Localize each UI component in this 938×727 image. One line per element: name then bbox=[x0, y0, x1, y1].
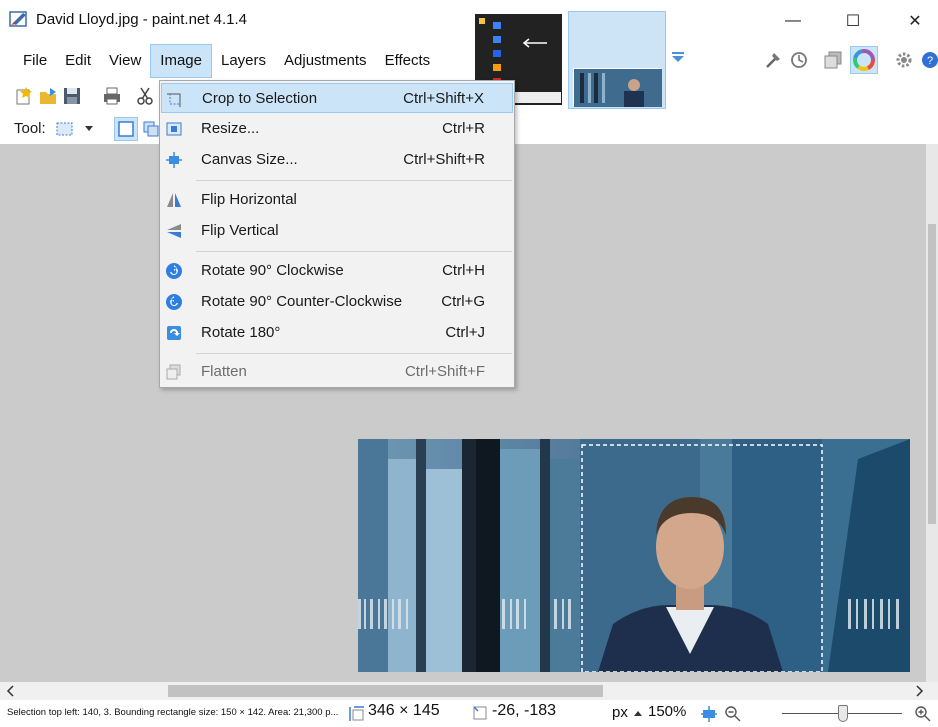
menu-flatten[interactable]: Flatten Ctrl+Shift+F bbox=[161, 357, 513, 387]
menu-item-label: Flip Horizontal bbox=[201, 191, 297, 208]
menu-canvas-size[interactable]: Canvas Size... Ctrl+Shift+R bbox=[161, 145, 513, 175]
vertical-scroll-thumb[interactable] bbox=[928, 224, 936, 524]
cut-icon[interactable] bbox=[136, 86, 156, 106]
menu-separator bbox=[196, 180, 512, 181]
zoom-fit-icon[interactable] bbox=[700, 705, 718, 723]
colors-button[interactable] bbox=[850, 46, 878, 74]
menu-item-shortcut: Ctrl+Shift+R bbox=[403, 151, 485, 168]
menu-item-label: Flatten bbox=[201, 363, 247, 380]
layers-icon[interactable] bbox=[823, 50, 843, 70]
rectangle-select-tool-icon[interactable] bbox=[55, 120, 75, 138]
close-icon: ✕ bbox=[908, 13, 922, 30]
menu-item-shortcut: Ctrl+R bbox=[442, 120, 485, 137]
close-button[interactable]: ✕ bbox=[892, 6, 938, 36]
menu-item-label: Rotate 90° Clockwise bbox=[201, 262, 344, 279]
zoom-level-text[interactable]: 150% bbox=[648, 703, 686, 720]
crop-icon bbox=[167, 93, 181, 107]
menu-item-label: Rotate 90° Counter-Clockwise bbox=[201, 293, 403, 310]
image-size-icon bbox=[349, 706, 364, 721]
tool-dropdown-icon[interactable] bbox=[84, 125, 94, 133]
open-file-icon[interactable] bbox=[38, 86, 58, 106]
cursor-position-text: -26, -183 bbox=[492, 702, 557, 719]
menu-separator bbox=[196, 353, 512, 354]
horizontal-scroll-thumb[interactable] bbox=[168, 685, 603, 697]
maximize-button[interactable]: ☐ bbox=[830, 6, 876, 36]
menu-rotate-180[interactable]: Rotate 180° Ctrl+J bbox=[161, 318, 513, 348]
menu-resize[interactable]: Resize... Ctrl+R bbox=[161, 114, 513, 144]
image-menu-dropdown: Crop to Selection Ctrl+Shift+X Resize...… bbox=[159, 80, 515, 388]
help-icon[interactable]: ? bbox=[920, 50, 938, 70]
menu-edit[interactable]: Edit bbox=[56, 44, 100, 78]
print-icon[interactable] bbox=[102, 86, 122, 106]
menu-item-label: Canvas Size... bbox=[201, 151, 298, 168]
menu-flip-horizontal[interactable]: Flip Horizontal bbox=[161, 185, 513, 215]
tab-dropdown-icon[interactable] bbox=[671, 50, 685, 64]
flatten-icon bbox=[166, 364, 181, 380]
save-icon[interactable] bbox=[62, 86, 82, 106]
vertical-scrollbar[interactable] bbox=[926, 144, 938, 682]
menu-layers[interactable]: Layers bbox=[212, 44, 275, 78]
menu-bar: File Edit View Image Layers Adjustments … bbox=[14, 44, 439, 78]
unit-dropdown-icon[interactable] bbox=[634, 710, 642, 716]
menu-item-label: Rotate 180° bbox=[201, 324, 281, 341]
menu-image[interactable]: Image bbox=[150, 44, 212, 78]
flip-vertical-icon bbox=[167, 224, 181, 238]
color-wheel-icon bbox=[853, 49, 875, 71]
menu-item-label: Resize... bbox=[201, 120, 260, 137]
settings-gear-icon[interactable] bbox=[894, 50, 914, 70]
canvas-size-icon bbox=[166, 152, 182, 168]
svg-text:?: ? bbox=[927, 55, 933, 67]
menu-rotate-90-clockwise[interactable]: Rotate 90° Clockwise Ctrl+H bbox=[161, 256, 513, 286]
menu-item-shortcut: Ctrl+Shift+F bbox=[404, 363, 485, 380]
menu-rotate-90-counter-clockwise[interactable]: Rotate 90° Counter-Clockwise Ctrl+G bbox=[161, 287, 513, 317]
zoom-slider-thumb[interactable] bbox=[838, 705, 848, 722]
unit-selector[interactable]: px bbox=[612, 704, 628, 721]
rotate-cw-icon bbox=[166, 263, 182, 279]
horizontal-scrollbar[interactable] bbox=[0, 682, 938, 700]
tool-label: Tool: bbox=[14, 120, 46, 137]
cursor-position-icon bbox=[473, 706, 487, 720]
menu-view[interactable]: View bbox=[100, 44, 150, 78]
menu-item-shortcut: Ctrl+G bbox=[441, 293, 485, 310]
window-title: David Lloyd.jpg - paint.net 4.1.4 bbox=[36, 11, 247, 28]
title-bar: David Lloyd.jpg - paint.net 4.1.4 ? — ☐ … bbox=[0, 0, 938, 109]
zoom-out-icon[interactable] bbox=[724, 705, 742, 723]
menu-item-shortcut: Ctrl+H bbox=[442, 262, 485, 279]
status-bar: Selection top left: 140, 3. Bounding rec… bbox=[0, 700, 938, 727]
menu-item-label: Crop to Selection bbox=[202, 90, 318, 107]
menu-item-shortcut: Ctrl+J bbox=[445, 324, 485, 341]
maximize-icon: ☐ bbox=[845, 13, 861, 30]
selection-info-text: Selection top left: 140, 3. Bounding rec… bbox=[7, 707, 339, 718]
scroll-left-icon[interactable] bbox=[6, 685, 16, 697]
zoom-in-icon[interactable] bbox=[914, 705, 932, 723]
selection-mode-union-icon[interactable] bbox=[142, 120, 160, 138]
scroll-right-icon[interactable] bbox=[914, 685, 924, 697]
selection-mode-replace-button[interactable] bbox=[114, 117, 138, 141]
minimize-icon: — bbox=[785, 12, 801, 29]
flip-horizontal-icon bbox=[167, 193, 181, 207]
image-size-text: 346 × 145 bbox=[368, 702, 440, 719]
minimize-button[interactable]: — bbox=[770, 6, 816, 36]
rotate-180-icon bbox=[167, 326, 181, 340]
menu-separator bbox=[196, 251, 512, 252]
canvas-image[interactable] bbox=[358, 439, 910, 672]
history-icon[interactable] bbox=[789, 50, 809, 70]
menu-effects[interactable]: Effects bbox=[376, 44, 440, 78]
resize-icon bbox=[166, 122, 182, 136]
menu-item-shortcut: Ctrl+Shift+X bbox=[403, 90, 484, 107]
rotate-ccw-icon bbox=[166, 294, 182, 310]
menu-flip-vertical[interactable]: Flip Vertical bbox=[161, 216, 513, 246]
replace-mode-icon bbox=[118, 121, 134, 137]
paintnet-app-icon bbox=[9, 11, 27, 27]
menu-file[interactable]: File bbox=[14, 44, 56, 78]
menu-item-label: Flip Vertical bbox=[201, 222, 279, 239]
hammer-icon[interactable] bbox=[764, 50, 784, 70]
menu-adjustments[interactable]: Adjustments bbox=[275, 44, 376, 78]
new-file-icon[interactable] bbox=[14, 86, 34, 106]
menu-crop-to-selection[interactable]: Crop to Selection Ctrl+Shift+X bbox=[161, 83, 513, 113]
